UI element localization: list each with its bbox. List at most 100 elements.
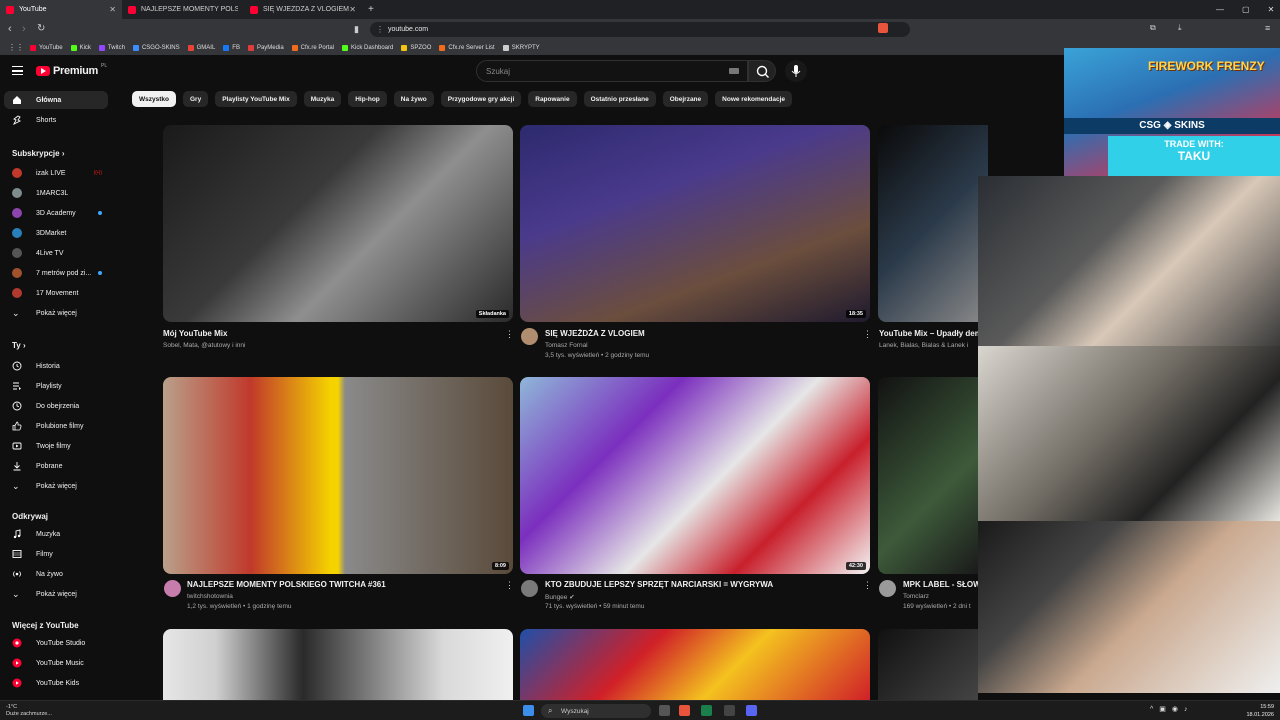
- video-thumbnail[interactable]: 42:30: [520, 377, 870, 574]
- channel-avatar[interactable]: [521, 328, 538, 345]
- video-title[interactable]: KTO ZBUDUJE LEPSZY SPRZĘT NARCIARSKI = W…: [545, 580, 773, 589]
- close-icon[interactable]: ✕: [109, 5, 116, 14]
- search-button[interactable]: [748, 60, 776, 82]
- subscription-item[interactable]: 1MARC3L: [4, 184, 108, 202]
- chip-recently-uploaded[interactable]: Ostatnio przesłane: [583, 91, 656, 107]
- video-channel[interactable]: Tomclarz: [903, 593, 929, 600]
- video-channel[interactable]: Sobel, Mata, @atutowy i inni: [163, 342, 245, 349]
- more-options-icon[interactable]: ⋮: [505, 580, 514, 591]
- bookmark-youtube[interactable]: YouTube: [30, 44, 63, 51]
- keyboard-icon[interactable]: [729, 68, 739, 74]
- subscription-item[interactable]: 4Live TV: [4, 244, 108, 262]
- bookmark-kick[interactable]: Kick: [70, 44, 91, 51]
- apps-grid-icon[interactable]: ⋮⋮: [8, 43, 24, 52]
- windows-start-icon[interactable]: [523, 705, 534, 716]
- tab-najlepsze-momenty[interactable]: NAJLEPSZE MOMENTY POLSKIEGO T: [122, 0, 244, 19]
- sidebar-item-music[interactable]: Muzyka: [4, 525, 108, 543]
- sidebar-item-yt-kids[interactable]: YouTube Kids: [4, 674, 108, 692]
- video-title[interactable]: SIĘ WJEŻDŻA Z VLOGIEM: [545, 329, 645, 338]
- sidebar-item-live[interactable]: Na żywo: [4, 565, 108, 583]
- discord-icon[interactable]: [746, 705, 757, 716]
- sidebar-item-shorts[interactable]: Shorts: [4, 111, 108, 129]
- bookmark-csgo-skins[interactable]: CSGO-SKINS: [132, 44, 180, 51]
- voice-search-button[interactable]: [785, 60, 807, 82]
- bookmark-icon[interactable]: ▮: [354, 24, 359, 35]
- weather-widget[interactable]: -1°C Duże zachmurze...: [6, 704, 52, 718]
- bookmark-paymedia[interactable]: PayMedia: [247, 44, 284, 51]
- video-channel[interactable]: Bungee ✔: [545, 593, 575, 601]
- chip-hip-hop[interactable]: Hip-hop: [348, 91, 387, 107]
- close-icon[interactable]: ✕: [349, 5, 356, 14]
- system-clock[interactable]: 15:59 18.01.2026: [1246, 703, 1274, 719]
- video-thumbnail[interactable]: [878, 377, 978, 574]
- video-title[interactable]: NAJLEPSZE MOMENTY POLSKIEGO TWITCHA #361: [187, 580, 386, 589]
- bookmark-fb[interactable]: FB: [223, 44, 240, 51]
- bookmark-gmail[interactable]: GMAIL: [187, 44, 215, 51]
- maximize-icon[interactable]: ▢: [1242, 5, 1250, 14]
- video-thumbnail[interactable]: [878, 125, 988, 322]
- channel-avatar[interactable]: [521, 580, 538, 597]
- chip-action-adventure[interactable]: Przygodowe gry akcji: [440, 91, 522, 107]
- sidebar-item-movies[interactable]: Filmy: [4, 545, 108, 563]
- video-title[interactable]: MPK LABEL - SŁOWC: [903, 580, 986, 589]
- sidebar-item-watch-later[interactable]: Do obejrzenia: [4, 397, 108, 415]
- chip-live[interactable]: Na żywo: [393, 91, 434, 107]
- browser-menu-icon[interactable]: ≡: [1265, 23, 1270, 33]
- video-thumbnail[interactable]: [163, 629, 513, 700]
- back-icon[interactable]: ‹: [8, 23, 12, 35]
- subscriptions-show-more[interactable]: ⌄ Pokaż więcej: [4, 304, 108, 322]
- video-channel[interactable]: Lanek, Bialas, Bialas & Lanek i: [879, 342, 968, 349]
- subscription-item[interactable]: 3DMarket: [4, 224, 108, 242]
- bookmark-kick-dashboard[interactable]: Kick Dashboard: [342, 44, 393, 51]
- sidebar-item-history[interactable]: Historia: [4, 357, 108, 375]
- bookmark-cfx-portal[interactable]: Cfx.re Portal: [291, 44, 334, 51]
- more-options-icon[interactable]: ⋮: [863, 580, 872, 591]
- bookmark-cfx-server-list[interactable]: Cfx.re Server List: [439, 44, 495, 51]
- reload-icon[interactable]: ↻: [37, 23, 45, 34]
- subscription-item[interactable]: 7 metrów pod zi...: [4, 264, 108, 282]
- sidebar-item-yt-studio[interactable]: YouTube Studio: [4, 634, 108, 652]
- chip-all[interactable]: Wszystko: [132, 91, 176, 107]
- chip-youtube-mix[interactable]: Playlisty YouTube Mix: [215, 91, 297, 107]
- sidebar-item-yt-music[interactable]: YouTube Music: [4, 654, 108, 672]
- video-channel[interactable]: twitchshotownia: [187, 593, 233, 600]
- sidebar-item-your-videos[interactable]: Twoje filmy: [4, 437, 108, 455]
- task-view-icon[interactable]: [659, 705, 670, 716]
- chip-music[interactable]: Muzyka: [303, 91, 342, 107]
- download-icon[interactable]: ⤓: [1178, 23, 1182, 33]
- explore-show-more[interactable]: ⌄ Pokaż więcej: [4, 585, 108, 603]
- url-field[interactable]: ⋮ youtube.com: [370, 22, 910, 37]
- system-tray-icons[interactable]: ^▣◉♪: [1150, 705, 1194, 713]
- video-title[interactable]: YouTube Mix – Upadły dem: [879, 329, 982, 338]
- brave-shield-icon[interactable]: [878, 23, 888, 33]
- forward-icon[interactable]: ›: [22, 23, 26, 35]
- tab-youtube[interactable]: YouTube ✕: [0, 0, 122, 19]
- more-options-icon[interactable]: ⋮: [505, 329, 514, 340]
- site-info-icon[interactable]: ⋮: [376, 25, 384, 34]
- brave-browser-icon[interactable]: [679, 705, 690, 716]
- taskbar-search[interactable]: ⌕ Wyszukaj: [541, 704, 651, 718]
- minimize-icon[interactable]: —: [1216, 5, 1224, 14]
- new-tab-button[interactable]: +: [362, 0, 380, 19]
- close-window-icon[interactable]: ✕: [1268, 5, 1275, 14]
- you-show-more[interactable]: ⌄ Pokaż więcej: [4, 477, 108, 495]
- subscription-item[interactable]: izak LIVE ((•)): [4, 164, 108, 182]
- excel-icon[interactable]: [701, 705, 712, 716]
- video-channel[interactable]: Tomasz Fornal: [545, 342, 588, 349]
- video-thumbnail[interactable]: [878, 629, 978, 700]
- bookmark-twitch[interactable]: Twitch: [98, 44, 125, 51]
- subscription-item[interactable]: 17 Movement: [4, 284, 108, 302]
- sidebar-item-home[interactable]: Główna: [4, 91, 108, 109]
- chip-rap[interactable]: Rapowanie: [528, 91, 577, 107]
- video-thumbnail[interactable]: [520, 629, 870, 700]
- sidebar-item-downloads[interactable]: Pobrane: [4, 457, 108, 475]
- bookmark-spzoo[interactable]: SPZOO: [401, 44, 431, 51]
- channel-avatar[interactable]: [879, 580, 896, 597]
- youtube-premium-logo[interactable]: Premium PL: [36, 63, 107, 77]
- video-thumbnail[interactable]: Składanka: [163, 125, 513, 322]
- chip-new-recommendations[interactable]: Nowe rekomendacje: [715, 91, 793, 107]
- chip-games[interactable]: Gry: [182, 91, 209, 107]
- more-options-icon[interactable]: ⋮: [863, 329, 872, 340]
- channel-avatar[interactable]: [164, 580, 181, 597]
- extensions-icon[interactable]: ⧉: [1150, 23, 1156, 33]
